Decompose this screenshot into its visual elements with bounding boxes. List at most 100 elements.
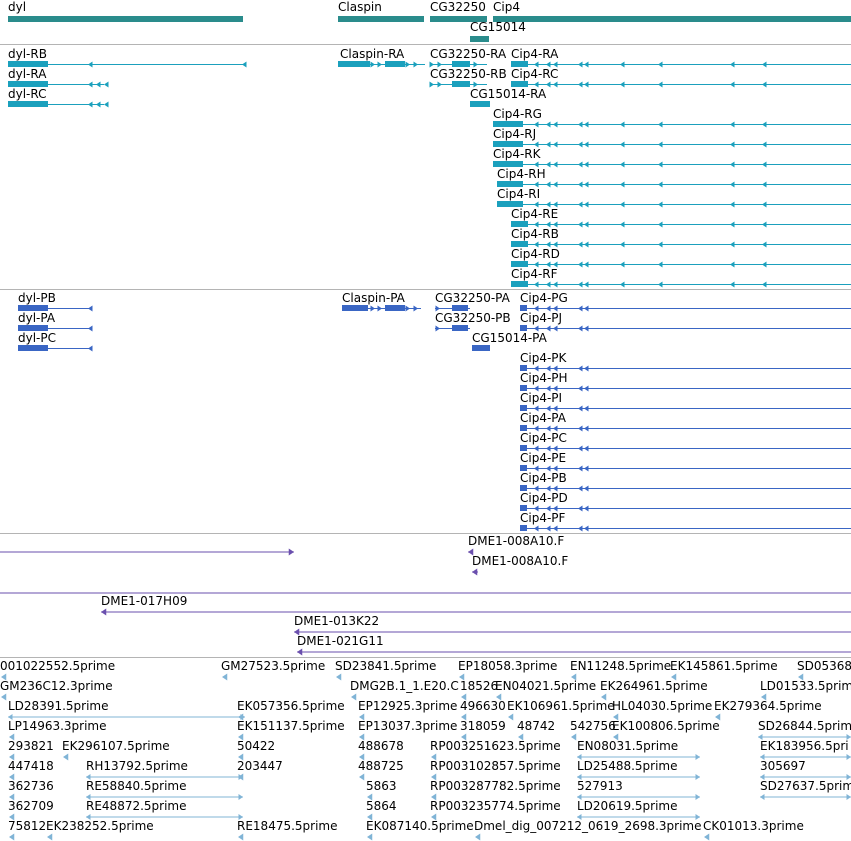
est-feature[interactable]: 5864 [366,799,397,821]
est-feature[interactable]: 305697 [760,759,851,780]
est-feature[interactable]: EP12925.3prime [358,699,457,721]
feature-model[interactable]: dyl-RA [8,67,109,88]
est-feature[interactable]: Dmel_dig_007212_0619_2698.3prime [474,819,702,841]
est-feature[interactable]: EP13037.3prime [358,719,457,741]
feature-model[interactable]: Cip4-RG [493,107,851,128]
clone-feature[interactable]: DME1-008A10.F [468,534,564,556]
est-feature[interactable]: EN11248.5prime [570,659,671,681]
clone-feature[interactable]: DME1-017H09 [101,594,851,616]
est-feature[interactable]: EK057356.5prime [237,699,345,721]
gene-feature[interactable]: CG32250 [430,0,487,22]
est-feature[interactable]: 318059 [460,719,506,741]
est-feature[interactable]: 75812 [8,819,46,841]
feature-model[interactable]: dyl-PA [18,311,93,332]
est-feature[interactable]: 542756 [570,719,616,741]
gene-feature[interactable]: Cip4 [493,0,851,22]
gene-feature[interactable]: CG15014 [470,20,526,42]
est-feature[interactable]: EK279364.5prime [714,699,822,721]
est-feature[interactable]: LD01533.5prime [760,679,851,701]
est-feature[interactable]: HL04030.5prime [612,699,712,721]
est-feature[interactable]: 488725 [358,759,404,781]
feature-model[interactable]: Cip4-PK [520,351,851,372]
feature-model[interactable]: Cip4-PJ [520,311,851,332]
feature-model[interactable]: CG15014-RA [470,87,547,107]
feature-model[interactable]: Cip4-RH [497,167,851,188]
est-feature[interactable]: RE58840.5prime [86,779,243,800]
est-feature[interactable]: RP003251623.5prime [430,739,561,761]
est-feature[interactable]: 488678 [358,739,404,761]
clone-feature[interactable]: DME1-008A10.F [472,554,568,576]
feature-model[interactable]: Cip4-RE [511,207,851,228]
feature-model[interactable]: Cip4-RB [511,227,851,248]
est-feature[interactable]: RP003102857.5prime [430,759,561,781]
est-feature[interactable]: EN04021.5prime [495,679,596,701]
feature-model[interactable]: CG15014-PA [472,331,548,351]
feature-model[interactable]: Cip4-PH [520,371,851,392]
est-feature[interactable]: EN08031.5prime [577,739,700,760]
feature-model[interactable]: Cip4-RK [493,147,851,168]
feature-model[interactable]: Cip4-RD [511,247,851,268]
est-feature[interactable]: RP003287782.5prime [430,779,561,801]
est-feature[interactable]: 362709 [8,799,54,821]
est-feature[interactable]: CK01013.3prime [703,819,804,841]
clone-feature[interactable] [0,548,294,556]
clone-feature[interactable]: DME1-021G11 [297,634,851,656]
feature-model[interactable]: dyl-RC [8,87,109,108]
feature-model[interactable]: Cip4-RJ [493,127,851,148]
feature-model[interactable]: CG32250-RA [429,47,508,68]
feature-model[interactable]: Claspin-RA [338,47,425,68]
est-feature[interactable]: 48742 [517,719,555,741]
est-feature[interactable]: LP14963.3prime [8,719,107,741]
feature-model[interactable]: CG32250-PB [435,311,511,332]
est-feature[interactable]: RE48872.5prime [86,799,243,820]
est-feature[interactable]: EK100806.5prime [612,719,720,741]
feature-model[interactable]: CG32250-RB [429,67,507,88]
feature-model[interactable]: dyl-RB [8,47,247,68]
feature-model[interactable]: Cip4-RC [511,67,851,88]
feature-model[interactable]: Cip4-RI [497,187,851,208]
feature-model[interactable]: Cip4-PF [520,511,851,532]
est-feature[interactable]: 447418 [8,759,54,781]
feature-model[interactable]: Cip4-PI [520,391,851,412]
est-feature[interactable]: EK087140.5prime [366,819,474,841]
est-feature[interactable]: LD28391.5prime [8,699,245,720]
clone-feature[interactable]: DME1-013K22 [294,614,851,636]
est-feature[interactable]: 203447 [237,759,283,781]
est-feature[interactable]: EK145861.5prime [670,659,778,681]
feature-model[interactable]: CG32250-PA [435,291,511,312]
est-feature[interactable]: 293821 [8,739,54,761]
est-feature[interactable]: EK106961.5prime [507,699,615,721]
feature-model[interactable]: Cip4-PB [520,471,851,492]
est-feature[interactable]: 001022552.5prime [0,659,115,681]
est-feature[interactable]: EK296107.5prime [62,739,170,761]
feature-model[interactable]: Cip4-PA [520,411,851,432]
est-feature[interactable]: EK238252.5prime [46,819,154,841]
est-feature[interactable]: DMG2B.1_1.E20.C [350,679,459,701]
est-feature[interactable]: GM27523.5prime [221,659,325,681]
est-feature[interactable]: 496630 [460,699,506,721]
feature-model[interactable]: Cip4-RF [511,267,851,288]
est-feature[interactable]: EK264961.5prime [600,679,708,701]
est-feature[interactable]: 5863 [366,779,397,801]
feature-model[interactable]: Cip4-PE [520,451,851,472]
est-feature[interactable]: RE18475.5prime [237,819,338,841]
feature-model[interactable]: Cip4-PD [520,491,851,512]
est-feature[interactable]: EK183956.5pri [760,739,851,760]
est-feature[interactable]: SD23841.5prime [335,659,436,681]
est-feature[interactable]: 362736 [8,779,54,801]
est-feature[interactable]: 527913 [577,779,700,800]
est-feature[interactable]: SD05368 [797,659,851,681]
est-feature[interactable]: LD20619.5prime [577,799,700,820]
gene-feature[interactable]: dyl [8,0,243,22]
feature-model[interactable]: dyl-PB [18,291,93,312]
est-feature[interactable]: SD27637.5prime [760,779,851,800]
est-feature[interactable]: LD25488.5prime [577,759,700,780]
est-feature[interactable]: 50422 [237,739,275,761]
gene-feature[interactable]: Claspin [338,0,424,22]
est-feature[interactable]: RP003235774.5prime [430,799,561,821]
feature-model[interactable]: Cip4-PG [520,291,851,312]
genome-browser-canvas[interactable]: dyl Claspin CG32250 Cip4CG15014 dyl-RBdyl-R… [0,0,851,841]
feature-model[interactable]: Claspin-PA [342,291,421,312]
est-feature[interactable]: EK151137.5prime [237,719,345,741]
feature-model[interactable]: dyl-PC [18,331,93,352]
